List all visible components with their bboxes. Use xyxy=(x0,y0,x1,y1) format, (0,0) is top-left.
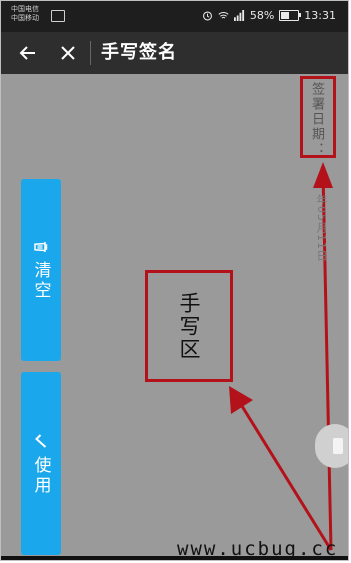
clear-button-label: 清空 xyxy=(30,261,51,301)
trash-icon xyxy=(34,242,48,252)
bottom-edge xyxy=(1,556,348,560)
sign-date-highlight xyxy=(300,76,336,158)
carrier-1: 中国电信 xyxy=(11,5,39,13)
image-notification-icon xyxy=(51,10,65,22)
signature-canvas[interactable]: 清空 使用 签署日期： 年05月11日 手写区 www.ucbug.cc xyxy=(1,74,348,560)
check-icon xyxy=(35,433,47,448)
handwriting-area-label: 手写区 xyxy=(177,291,201,361)
battery-icon xyxy=(279,10,302,21)
back-arrow-icon[interactable] xyxy=(17,42,39,64)
floating-handle[interactable] xyxy=(315,424,348,468)
clock: 13:31 xyxy=(304,9,336,22)
wifi-icon xyxy=(218,12,229,19)
carrier-2: 中国移动 xyxy=(11,14,39,22)
status-bar: 中国电信 中国移动 58% 13:31 xyxy=(1,1,348,32)
carrier-info: 中国电信 中国移动 xyxy=(11,5,39,23)
battery-fill xyxy=(281,12,290,19)
battery-percent: 58% xyxy=(249,9,275,22)
sign-date-value: 年05月11日 xyxy=(315,194,328,262)
phone-screen: 中国电信 中国移动 58% 13:31 手写签名 清空 使用 签署日期： 年05… xyxy=(0,0,349,561)
clear-button[interactable]: 清空 xyxy=(21,179,61,361)
signal-icon xyxy=(233,10,244,21)
close-icon[interactable] xyxy=(57,42,79,64)
app-bar: 手写签名 xyxy=(1,32,348,74)
page-title: 手写签名 xyxy=(101,42,177,63)
app-bar-divider xyxy=(90,41,91,65)
alarm-icon xyxy=(202,11,212,21)
use-button-label: 使用 xyxy=(30,455,51,496)
handwriting-area-annotation: 手写区 xyxy=(145,270,233,382)
use-button[interactable]: 使用 xyxy=(21,372,61,555)
status-icons: 58% 13:31 xyxy=(202,9,336,22)
